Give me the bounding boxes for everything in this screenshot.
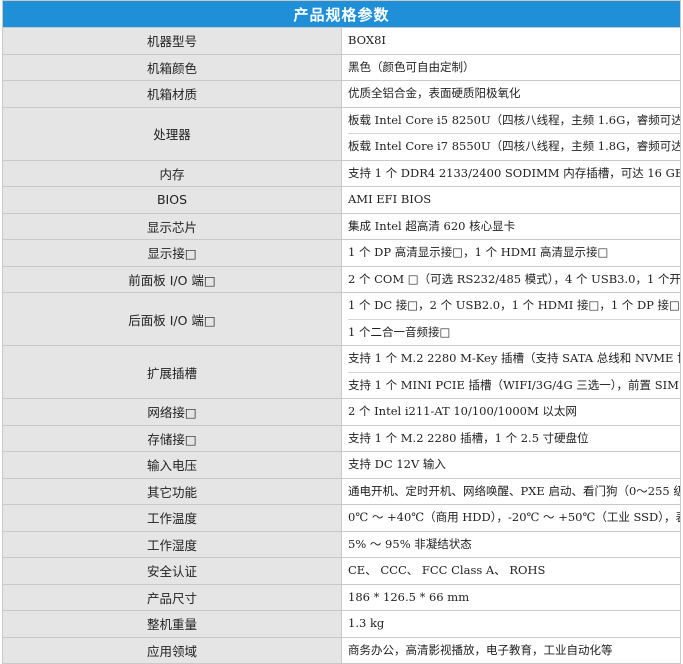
spec-label: 处理器 [2,106,342,161]
spec-label: 前面板 I/O 端□ [2,265,342,293]
spec-label: 输入电压 [2,451,342,479]
spec-value-line: 支持 1 个 DDR4 2133/2400 SODIMM 内存插槽，可达 16 … [348,165,681,180]
spec-value: CE、 CCC、 FCC Class A、 ROHS [341,557,681,585]
spec-value-line: 板载 Intel Core i7 8550U（四核八线程，主频 1.8G，睿频可… [348,133,680,159]
spec-label: 机箱材质 [2,80,342,108]
spec-value-line: 186 * 126.5 * 66 mm [348,589,470,604]
spec-label: 工作湿度 [2,530,342,558]
spec-row: 其它功能 通电开机、定时开机、网络唤醒、PXE 启动、看门狗（0～255 级） [2,477,681,505]
spec-value-line: 支持 1 个 MINI PCIE 插槽（WIFI/3G/4G 三选一），前置 S… [348,371,680,398]
spec-value-line: 2 个 COM □（可选 RS232/485 模式），4 个 USB3.0，1 … [348,271,681,286]
spec-value: 板载 Intel Core i5 8250U（四核八线程，主频 1.6G，睿频可… [341,106,681,161]
spec-value: 1.3 kg [341,610,681,638]
spec-row: 安全认证 CE、 CCC、 FCC Class A、 ROHS [2,557,681,585]
spec-value-line: AMI EFI BIOS [348,192,432,206]
spec-row: 处理器 板载 Intel Core i5 8250U（四核八线程，主频 1.6G，… [2,106,681,161]
spec-row: 扩展插槽 支持 1 个 M.2 2280 M-Key 插槽（支持 SATA 总线和… [2,345,681,399]
spec-value: 2 个 COM □（可选 RS232/485 模式），4 个 USB3.0，1 … [341,265,681,293]
spec-label: 后面板 I/O 端□ [2,292,342,346]
spec-value: 黑色（颜色可自由定制） [341,53,681,81]
spec-row: 整机重量 1.3 kg [2,610,681,638]
spec-row: 显示芯片 集成 Intel 超高清 620 核心显卡 [2,212,681,240]
spec-label: 显示芯片 [2,212,342,240]
spec-row: 输入电压 支持 DC 12V 输入 [2,451,681,479]
spec-value: AMI EFI BIOS [341,186,681,214]
spec-body: 机器型号 BOX8I 机箱颜色 黑色（颜色可自由定制） 机箱材质 优质全铝合金，表面硬质阳… [2,27,681,664]
spec-row: 前面板 I/O 端□ 2 个 COM □（可选 RS232/485 模式），4 个… [2,265,681,293]
spec-label: 安全认证 [2,557,342,585]
spec-label: BIOS [2,186,342,214]
spec-value: 商务办公，高清影视播放，电子教育，工业自动化等 [341,636,681,664]
spec-value-line: 1 个 DP 高清显示接□，1 个 HDMI 高清显示接□ [348,245,609,259]
spec-value: 通电开机、定时开机、网络唤醒、PXE 启动、看门狗（0～255 级） [341,477,681,505]
spec-value: 支持 1 个 M.2 2280 插槽，1 个 2.5 寸硬盘位 [341,424,681,452]
spec-value-line: 集成 Intel 超高清 620 核心显卡 [348,218,516,233]
spec-value: 5% ～ 95% 非凝结状态 [341,530,681,558]
spec-row: 机箱颜色 黑色（颜色可自由定制） [2,53,681,81]
spec-label: 整机重量 [2,610,342,638]
spec-label: 内存 [2,159,342,187]
spec-row: 网络接□ 2 个 Intel i211-AT 10/100/1000M 以太网 [2,398,681,426]
spec-value-line: 5% ～ 95% 非凝结状态 [348,536,472,551]
spec-row: 机箱材质 优质全铝合金，表面硬质阳极氧化 [2,80,681,108]
spec-row: 工作湿度 5% ～ 95% 非凝结状态 [2,530,681,558]
spec-value-line: 1 个 DC 接□，2 个 USB2.0，1 个 HDMI 接□，1 个 DP … [348,298,680,312]
spec-value: 1 个 DC 接□，2 个 USB2.0，1 个 HDMI 接□，1 个 DP … [341,292,681,346]
spec-value: 0℃ ～ +40℃（商用 HDD），-20℃ ～ +50℃（工业 SSD），表面… [341,504,681,532]
spec-value-line: 1.3 kg [348,616,385,630]
spec-value-line: 黑色（颜色可自由定制） [348,59,475,74]
spec-label: 扩展插槽 [2,345,342,399]
spec-value-line: 优质全铝合金，表面硬质阳极氧化 [348,86,521,100]
spec-label: 应用领域 [2,636,342,664]
spec-value-line: BOX8I [348,33,386,47]
spec-value: 186 * 126.5 * 66 mm [341,583,681,611]
spec-value-line: 2 个 Intel i211-AT 10/100/1000M 以太网 [348,404,577,418]
spec-value: 支持 1 个 M.2 2280 M-Key 插槽（支持 SATA 总线和 NVM… [341,345,681,399]
spec-row: 内存 支持 1 个 DDR4 2133/2400 SODIMM 内存插槽，可达 1… [2,159,681,187]
spec-value: 支持 DC 12V 输入 [341,451,681,479]
spec-value-line: 商务办公，高清影视播放，电子教育，工业自动化等 [348,642,613,657]
spec-value-line: 支持 1 个 M.2 2280 M-Key 插槽（支持 SATA 总线和 NVM… [348,351,681,365]
spec-row: 应用领域 商务办公，高清影视播放，电子教育，工业自动化等 [2,636,681,664]
spec-label: 显示接□ [2,239,342,267]
spec-value-line: 通电开机、定时开机、网络唤醒、PXE 启动、看门狗（0～255 级） [348,483,681,498]
spec-label: 机器型号 [2,27,342,55]
spec-row: 工作温度 0℃ ～ +40℃（商用 HDD），-20℃ ～ +50℃（工业 SSD… [2,504,681,532]
title-row: 产品规格参数 [2,0,681,28]
spec-value-line: 1 个二合一音频接□ [348,318,680,345]
spec-value-line: CE、 CCC、 FCC Class A、 ROHS [348,563,546,577]
spec-label: 存储接□ [2,424,342,452]
spec-row: 产品尺寸 186 * 126.5 * 66 mm [2,583,681,611]
spec-row: 机器型号 BOX8I [2,27,681,55]
spec-row: 后面板 I/O 端□ 1 个 DC 接□，2 个 USB2.0，1 个 HDMI … [2,292,681,346]
spec-value: 集成 Intel 超高清 620 核心显卡 [341,212,681,240]
spec-row: 存储接□ 支持 1 个 M.2 2280 插槽，1 个 2.5 寸硬盘位 [2,424,681,452]
spec-row: 显示接□ 1 个 DP 高清显示接□，1 个 HDMI 高清显示接□ [2,239,681,267]
spec-value: BOX8I [341,27,681,55]
spec-label: 机箱颜色 [2,53,342,81]
spec-value: 2 个 Intel i211-AT 10/100/1000M 以太网 [341,398,681,426]
spec-value: 优质全铝合金，表面硬质阳极氧化 [341,80,681,108]
spec-label: 网络接□ [2,398,342,426]
table-title: 产品规格参数 [2,0,681,28]
spec-value-line: 0℃ ～ +40℃（商用 HDD），-20℃ ～ +50℃（工业 SSD），表面… [348,510,680,524]
spec-row: BIOS AMI EFI BIOS [2,186,681,214]
spec-table: 产品规格参数 机器型号 BOX8I 机箱颜色 黑色（颜色可自由定制） 机箱材质 优质全铝合… [2,0,681,664]
spec-value-line: 支持 1 个 M.2 2280 插槽，1 个 2.5 寸硬盘位 [348,430,589,445]
spec-value: 1 个 DP 高清显示接□，1 个 HDMI 高清显示接□ [341,239,681,267]
spec-label: 产品尺寸 [2,583,342,611]
spec-label: 其它功能 [2,477,342,505]
spec-label: 工作温度 [2,504,342,532]
spec-value: 支持 1 个 DDR4 2133/2400 SODIMM 内存插槽，可达 16 … [341,159,681,187]
spec-value-line: 板载 Intel Core i5 8250U（四核八线程，主频 1.6G，睿频可… [348,112,681,127]
spec-value-line: 支持 DC 12V 输入 [348,457,446,471]
